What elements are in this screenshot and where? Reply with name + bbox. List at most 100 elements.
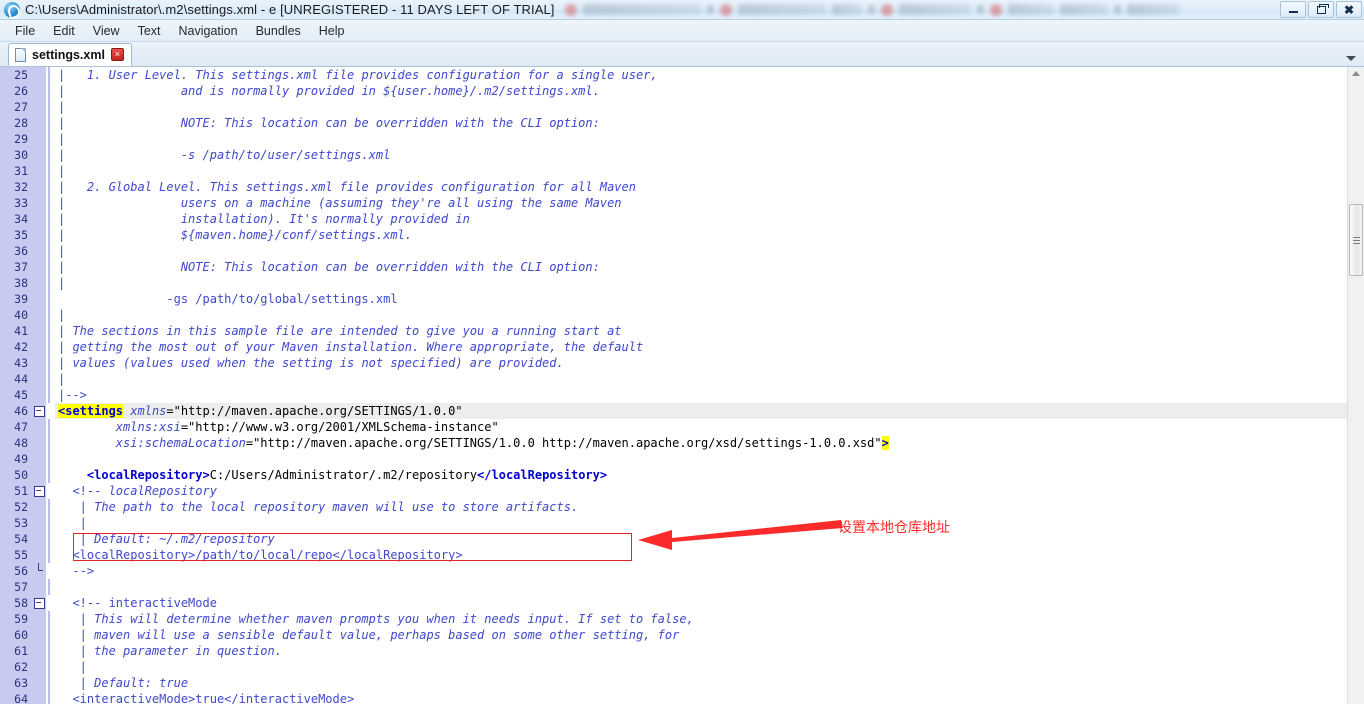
scroll-thumb[interactable] — [1349, 204, 1363, 276]
code-token: NOTE: This location can be overridden wi… — [72, 116, 600, 130]
code-editor[interactable]: 25 | 1. User Level. This settings.xml fil… — [0, 67, 1347, 704]
code-line[interactable]: 25 | 1. User Level. This settings.xml fil… — [0, 67, 1347, 83]
code-line[interactable]: 62 | — [0, 659, 1347, 675]
code-text: | — [55, 515, 1347, 531]
fold-guide — [46, 83, 55, 99]
code-line[interactable]: 56 --> — [0, 563, 1347, 579]
code-line[interactable]: 43 | values (values used when the setting… — [0, 355, 1347, 371]
fold-guide — [46, 99, 55, 115]
line-number: 42 — [0, 339, 33, 355]
code-line[interactable]: 35 | ${maven.home}/conf/settings.xml. — [0, 227, 1347, 243]
fold-spacer — [33, 435, 46, 451]
code-line[interactable]: 50 <localRepository>C:/Users/Administrat… — [0, 467, 1347, 483]
menu-item-view[interactable]: View — [84, 22, 129, 40]
fold-spacer — [33, 355, 46, 371]
close-button[interactable]: ✖ — [1336, 1, 1362, 18]
code-line[interactable]: 53 | — [0, 515, 1347, 531]
menu-item-bundles[interactable]: Bundles — [247, 22, 310, 40]
code-line[interactable]: 40 | — [0, 307, 1347, 323]
menu-item-file[interactable]: File — [6, 22, 44, 40]
line-number: 34 — [0, 211, 33, 227]
tab-close-icon[interactable]: × — [110, 48, 124, 61]
line-number: 31 — [0, 163, 33, 179]
chevron-down-icon[interactable] — [1346, 56, 1356, 61]
vertical-scrollbar[interactable] — [1347, 67, 1364, 704]
fold-toggle-icon[interactable] — [33, 483, 46, 499]
code-text: | The sections in this sample file are i… — [55, 323, 1347, 339]
line-number: 38 — [0, 275, 33, 291]
maximize-icon — [1316, 3, 1329, 14]
menu-item-navigation[interactable]: Navigation — [170, 22, 247, 40]
code-line[interactable]: 34 | installation). It's normally provide… — [0, 211, 1347, 227]
code-lines: 25 | 1. User Level. This settings.xml fil… — [0, 67, 1347, 704]
fold-guide — [46, 371, 55, 387]
menu-item-edit[interactable]: Edit — [44, 22, 84, 40]
code-line[interactable]: 45 |--> — [0, 387, 1347, 403]
code-line[interactable]: 54 | Default: ~/.m2/repository — [0, 531, 1347, 547]
code-line[interactable]: 28 | NOTE: This location can be overridde… — [0, 115, 1347, 131]
code-line[interactable]: 48 xsi:schemaLocation="http://maven.apac… — [0, 435, 1347, 451]
code-line[interactable]: 33 | users on a machine (assuming they're… — [0, 195, 1347, 211]
blurred-close — [706, 5, 714, 14]
code-token: <localRepository>/path/to/local/repo</lo… — [58, 548, 463, 562]
code-line[interactable]: 31 | — [0, 163, 1347, 179]
code-line[interactable]: 60 | maven will use a sensible default v… — [0, 627, 1347, 643]
fold-toggle-icon[interactable] — [33, 563, 46, 579]
code-line[interactable]: 37 | NOTE: This location can be overridde… — [0, 259, 1347, 275]
tab-settings-xml[interactable]: settings.xml × — [8, 43, 132, 66]
code-line[interactable]: 58 <!-- interactiveMode — [0, 595, 1347, 611]
fold-guide — [46, 131, 55, 147]
code-line[interactable]: 63 | Default: true — [0, 675, 1347, 691]
code-line[interactable]: 32 | 2. Global Level. This settings.xml f… — [0, 179, 1347, 195]
code-line[interactable]: 61 | the parameter in question. — [0, 643, 1347, 659]
fold-guide — [46, 179, 55, 195]
code-token: xmlns:xsi — [115, 420, 181, 434]
fold-guide — [46, 515, 55, 531]
code-line[interactable]: 29 | — [0, 131, 1347, 147]
code-line[interactable]: 41 | The sections in this sample file are… — [0, 323, 1347, 339]
fold-spacer — [33, 547, 46, 563]
code-token: ="http://maven.apache.org/SETTINGS/1.0.0… — [245, 436, 882, 450]
line-number: 50 — [0, 467, 33, 483]
code-line[interactable]: 55 <localRepository>/path/to/local/repo<… — [0, 547, 1347, 563]
code-line[interactable]: 36 | — [0, 243, 1347, 259]
fold-toggle-icon[interactable] — [33, 595, 46, 611]
maximize-button[interactable] — [1308, 1, 1334, 18]
code-text: | — [55, 243, 1347, 259]
code-token: | — [58, 676, 95, 690]
code-line[interactable]: 64 <interactiveMode>true</interactiveMod… — [0, 691, 1347, 704]
code-line[interactable]: 49 — [0, 451, 1347, 467]
code-line[interactable]: 38 | — [0, 275, 1347, 291]
fold-guide — [46, 355, 55, 371]
code-line[interactable]: 42 | getting the most out of your Maven i… — [0, 339, 1347, 355]
code-line[interactable]: 39 -gs /path/to/global/settings.xml — [0, 291, 1347, 307]
menu-bar: File Edit View Text Navigation Bundles Help — [0, 20, 1364, 42]
code-text: xsi:schemaLocation="http://maven.apache.… — [55, 435, 1347, 451]
code-token: The path to the local repository maven w… — [94, 500, 579, 514]
fold-spacer — [33, 419, 46, 435]
code-line[interactable]: 44 | — [0, 371, 1347, 387]
line-number: 57 — [0, 579, 33, 595]
code-token: | — [58, 132, 66, 146]
minimize-button[interactable] — [1280, 1, 1306, 18]
fold-guide — [46, 259, 55, 275]
code-line[interactable]: 57 — [0, 579, 1347, 595]
code-line[interactable]: 26 | and is normally provided in ${user.h… — [0, 83, 1347, 99]
code-line[interactable]: 27 | — [0, 99, 1347, 115]
code-line[interactable]: 30 | -s /path/to/user/settings.xml — [0, 147, 1347, 163]
fold-spacer — [33, 659, 46, 675]
code-line[interactable]: 51 <!-- localRepository — [0, 483, 1347, 499]
code-token: | — [58, 644, 95, 658]
code-line[interactable]: 52 | The path to the local repository ma… — [0, 499, 1347, 515]
code-line[interactable]: 46 <settings xmlns="http://maven.apache.o… — [0, 403, 1347, 419]
code-text: | users on a machine (assuming they're a… — [55, 195, 1347, 211]
fold-toggle-icon[interactable] — [33, 403, 46, 419]
menu-item-text[interactable]: Text — [129, 22, 170, 40]
code-line[interactable]: 47 xmlns:xsi="http://www.w3.org/2001/XML… — [0, 419, 1347, 435]
scroll-up-arrow-icon[interactable] — [1352, 71, 1360, 76]
menu-item-help[interactable]: Help — [310, 22, 354, 40]
fold-guide — [46, 67, 55, 83]
code-line[interactable]: 59 | This will determine whether maven p… — [0, 611, 1347, 627]
code-text: <settings xmlns="http://maven.apache.org… — [55, 403, 1347, 419]
